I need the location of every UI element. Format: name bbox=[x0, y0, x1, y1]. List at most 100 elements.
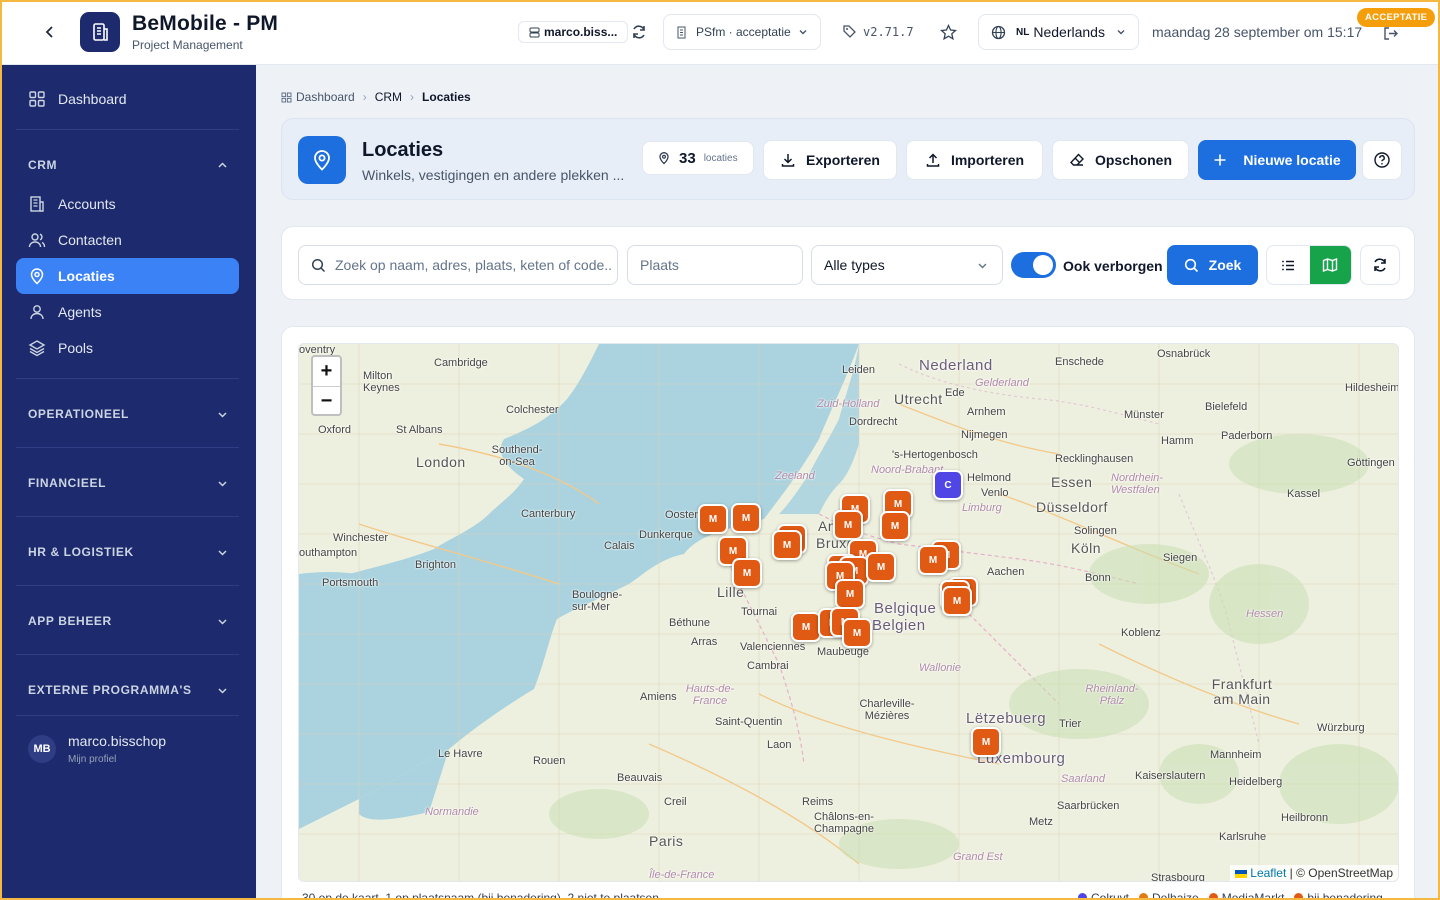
sidebar-item-locaties[interactable]: Locaties bbox=[16, 258, 239, 294]
refresh-icon[interactable] bbox=[629, 22, 649, 42]
sidebar-section-financieel[interactable]: FINANCIEEL bbox=[28, 476, 228, 490]
map-label: Belgique bbox=[874, 600, 937, 617]
location-marker[interactable]: M bbox=[698, 504, 728, 534]
map-view-button[interactable] bbox=[1309, 246, 1351, 284]
sidebar-item-label: Contacten bbox=[58, 232, 122, 248]
map-label: Kaiserslautern bbox=[1135, 770, 1206, 782]
map-label: Oxford bbox=[318, 424, 352, 436]
map-label: Koblenz bbox=[1121, 627, 1161, 639]
location-marker[interactable]: M bbox=[842, 618, 872, 648]
location-marker[interactable]: M bbox=[731, 503, 761, 533]
language-selector[interactable]: NL Nederlands bbox=[978, 14, 1139, 50]
sidebar-section-app-beheer[interactable]: APP BEHEER bbox=[28, 614, 228, 628]
sidebar-item-dashboard[interactable]: Dashboard bbox=[16, 81, 239, 117]
location-marker[interactable]: M bbox=[866, 552, 896, 582]
cleanup-button[interactable]: Opschonen bbox=[1052, 140, 1189, 180]
map-label: Winchester bbox=[333, 532, 389, 544]
search-button[interactable]: Zoek bbox=[1167, 245, 1258, 285]
new-location-button[interactable]: Nieuwe locatie bbox=[1198, 140, 1356, 180]
sidebar-item-agents[interactable]: Agents bbox=[16, 294, 239, 330]
show-hidden-toggle[interactable] bbox=[1011, 252, 1056, 278]
reload-button[interactable] bbox=[1360, 245, 1400, 285]
map-label: Charleville-Mézières bbox=[859, 698, 915, 722]
location-marker[interactable]: M bbox=[942, 586, 972, 616]
map-summary: 30 op de kaart, 1 op plaatsnaam (bij ben… bbox=[302, 891, 659, 900]
breadcrumb-dashboard[interactable]: Dashboard bbox=[296, 90, 355, 104]
help-icon bbox=[1374, 152, 1390, 168]
upload-icon bbox=[926, 153, 940, 167]
osm-attribution[interactable]: | © OpenStreetMap bbox=[1290, 866, 1393, 880]
location-count: 33 locaties bbox=[642, 141, 754, 175]
sidebar-section-crm[interactable]: CRM bbox=[28, 158, 228, 172]
map-label: Creil bbox=[664, 796, 687, 808]
sidebar-item-accounts[interactable]: Accounts bbox=[16, 186, 239, 222]
breadcrumb-crm[interactable]: CRM bbox=[375, 90, 402, 104]
place-input[interactable]: Plaats bbox=[627, 245, 803, 285]
colruyt-marker[interactable]: C bbox=[933, 470, 963, 500]
chevron-down-icon bbox=[218, 549, 227, 556]
location-marker[interactable]: M bbox=[732, 558, 762, 588]
map-label: Hamm bbox=[1161, 435, 1194, 447]
list-view-button[interactable] bbox=[1267, 246, 1310, 284]
map-label: Heidelberg bbox=[1229, 776, 1283, 788]
environment-selector[interactable]: PSfm · acceptatie bbox=[663, 14, 821, 50]
star-icon[interactable] bbox=[938, 22, 958, 42]
import-button[interactable]: Importeren bbox=[906, 140, 1043, 180]
map-label: Le Havre bbox=[438, 748, 483, 760]
location-marker[interactable]: M bbox=[791, 612, 821, 642]
location-marker[interactable]: M bbox=[835, 579, 865, 609]
map-label: Beauvais bbox=[617, 772, 663, 784]
back-icon[interactable] bbox=[39, 21, 61, 43]
map-label: Cambridge bbox=[434, 357, 488, 369]
sidebar-section-operationeel[interactable]: OPERATIONEEL bbox=[28, 407, 228, 421]
grid-icon bbox=[281, 92, 292, 102]
sidebar-item-pools[interactable]: Pools bbox=[16, 330, 239, 366]
location-marker[interactable]: M bbox=[880, 511, 910, 541]
location-marker[interactable]: M bbox=[833, 510, 863, 540]
sidebar-item-contacten[interactable]: Contacten bbox=[16, 222, 239, 258]
globe-icon bbox=[991, 25, 1006, 39]
profile-link[interactable]: MB marco.bisschop Mijn profiel bbox=[28, 733, 166, 765]
export-button[interactable]: Exporteren bbox=[763, 140, 897, 180]
map-label: Portsmouth bbox=[322, 577, 379, 589]
divider bbox=[16, 585, 239, 586]
map-label: Milton Keynes bbox=[363, 370, 400, 394]
map-label: Arras bbox=[691, 636, 718, 648]
type-select[interactable]: Alle types bbox=[811, 245, 1003, 285]
map-pin-icon bbox=[659, 152, 669, 165]
avatar: MB bbox=[28, 735, 56, 763]
download-icon bbox=[781, 154, 795, 167]
page-title: Locaties bbox=[362, 139, 444, 161]
search-input[interactable]: Zoek op naam, adres, plaats, keten of co… bbox=[298, 245, 618, 285]
map-label: Bielefeld bbox=[1205, 401, 1248, 413]
leaflet-link[interactable]: Leaflet bbox=[1250, 866, 1286, 880]
legend-delhaize: Delhaize bbox=[1139, 891, 1199, 900]
sidebar-section-externe-programmas[interactable]: EXTERNE PROGRAMMA'S bbox=[28, 683, 228, 697]
map-label: Recklinghausen bbox=[1055, 453, 1134, 465]
map-label: Châlons-en-Champagne bbox=[814, 811, 874, 835]
map[interactable]: + − Nederland Gelderland Utrecht Leiden … bbox=[298, 343, 1399, 882]
map-label: Köln bbox=[1071, 540, 1102, 556]
version-label: v2.71.7 bbox=[863, 24, 914, 39]
location-marker[interactable]: M bbox=[772, 530, 802, 560]
map-label: Venlo bbox=[981, 487, 1009, 499]
map-label: Utrecht bbox=[894, 391, 943, 407]
map-label: Limburg bbox=[962, 502, 1002, 514]
help-button[interactable] bbox=[1362, 140, 1402, 180]
sidebar: Dashboard CRM Accounts Contacten Locatie… bbox=[0, 65, 256, 900]
list-icon bbox=[1281, 260, 1294, 270]
sidebar-item-label: Agents bbox=[58, 304, 102, 320]
users-icon bbox=[28, 233, 46, 248]
user-selector[interactable]: marco.biss... bbox=[518, 21, 629, 43]
map-label: Grand Est bbox=[953, 851, 1003, 863]
location-marker[interactable]: M bbox=[918, 545, 948, 575]
logout-icon[interactable] bbox=[1380, 23, 1400, 43]
zoom-in-button[interactable]: + bbox=[313, 357, 340, 386]
zoom-out-button[interactable]: − bbox=[313, 386, 340, 415]
map-label: Hauts-de-France bbox=[685, 683, 735, 707]
eraser-icon bbox=[1070, 153, 1084, 166]
divider bbox=[16, 129, 239, 130]
sidebar-section-hr-logistiek[interactable]: HR & LOGISTIEK bbox=[28, 545, 228, 559]
search-icon bbox=[1184, 258, 1198, 272]
location-marker[interactable]: M bbox=[971, 727, 1001, 757]
